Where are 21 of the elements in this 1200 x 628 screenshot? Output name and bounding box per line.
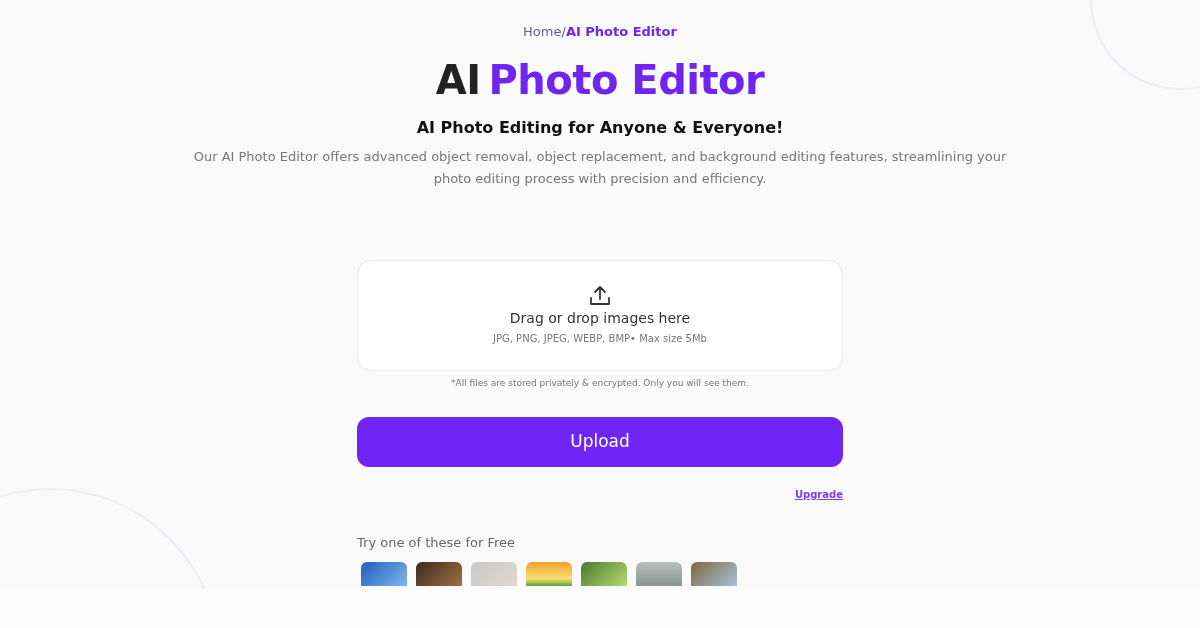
breadcrumb-link[interactable]: Home <box>523 22 562 42</box>
sample-photo[interactable] <box>416 562 462 586</box>
dropzone-label: Drag or drop images here <box>509 308 691 328</box>
subtitle: AI Photo Editing for Anyone & Everyone! <box>416 116 784 139</box>
sample-photo[interactable] <box>636 562 682 586</box>
upgrade-link[interactable]: Upgrade <box>794 487 843 502</box>
breadcrumb-current: AI Photo Editor <box>565 23 677 41</box>
description: Our AI Photo Editor offers advanced object removal, object replacement, and background editing features, streamlining your photo editing process with precision and efficiency. <box>192 147 1008 188</box>
samples-heading: Try one of these for Free <box>357 535 516 550</box>
sample-photo[interactable] <box>581 562 627 586</box>
sample-photo[interactable] <box>361 562 407 586</box>
page-title: AI <box>435 55 481 104</box>
upload-button[interactable]: Upload <box>357 417 843 467</box>
privacy-note: *All files are stored privately & encrypted. Only you will see them. <box>450 376 750 390</box>
page-title-highlight: Photo Editor <box>488 55 765 104</box>
breadcrumb-separator: / <box>561 23 566 41</box>
sample-photo[interactable] <box>526 562 572 586</box>
upload-icon <box>589 284 611 306</box>
supported-formats: JPG, PNG, JPEG, WEBP, BMP• Max size 5Mb <box>493 331 707 346</box>
sample-photo[interactable] <box>691 562 737 586</box>
upload-dropzone[interactable]: Drag or drop images here JPG, PNG, JPEG, WEBP, BMP• Max size 5Mb <box>357 259 843 371</box>
